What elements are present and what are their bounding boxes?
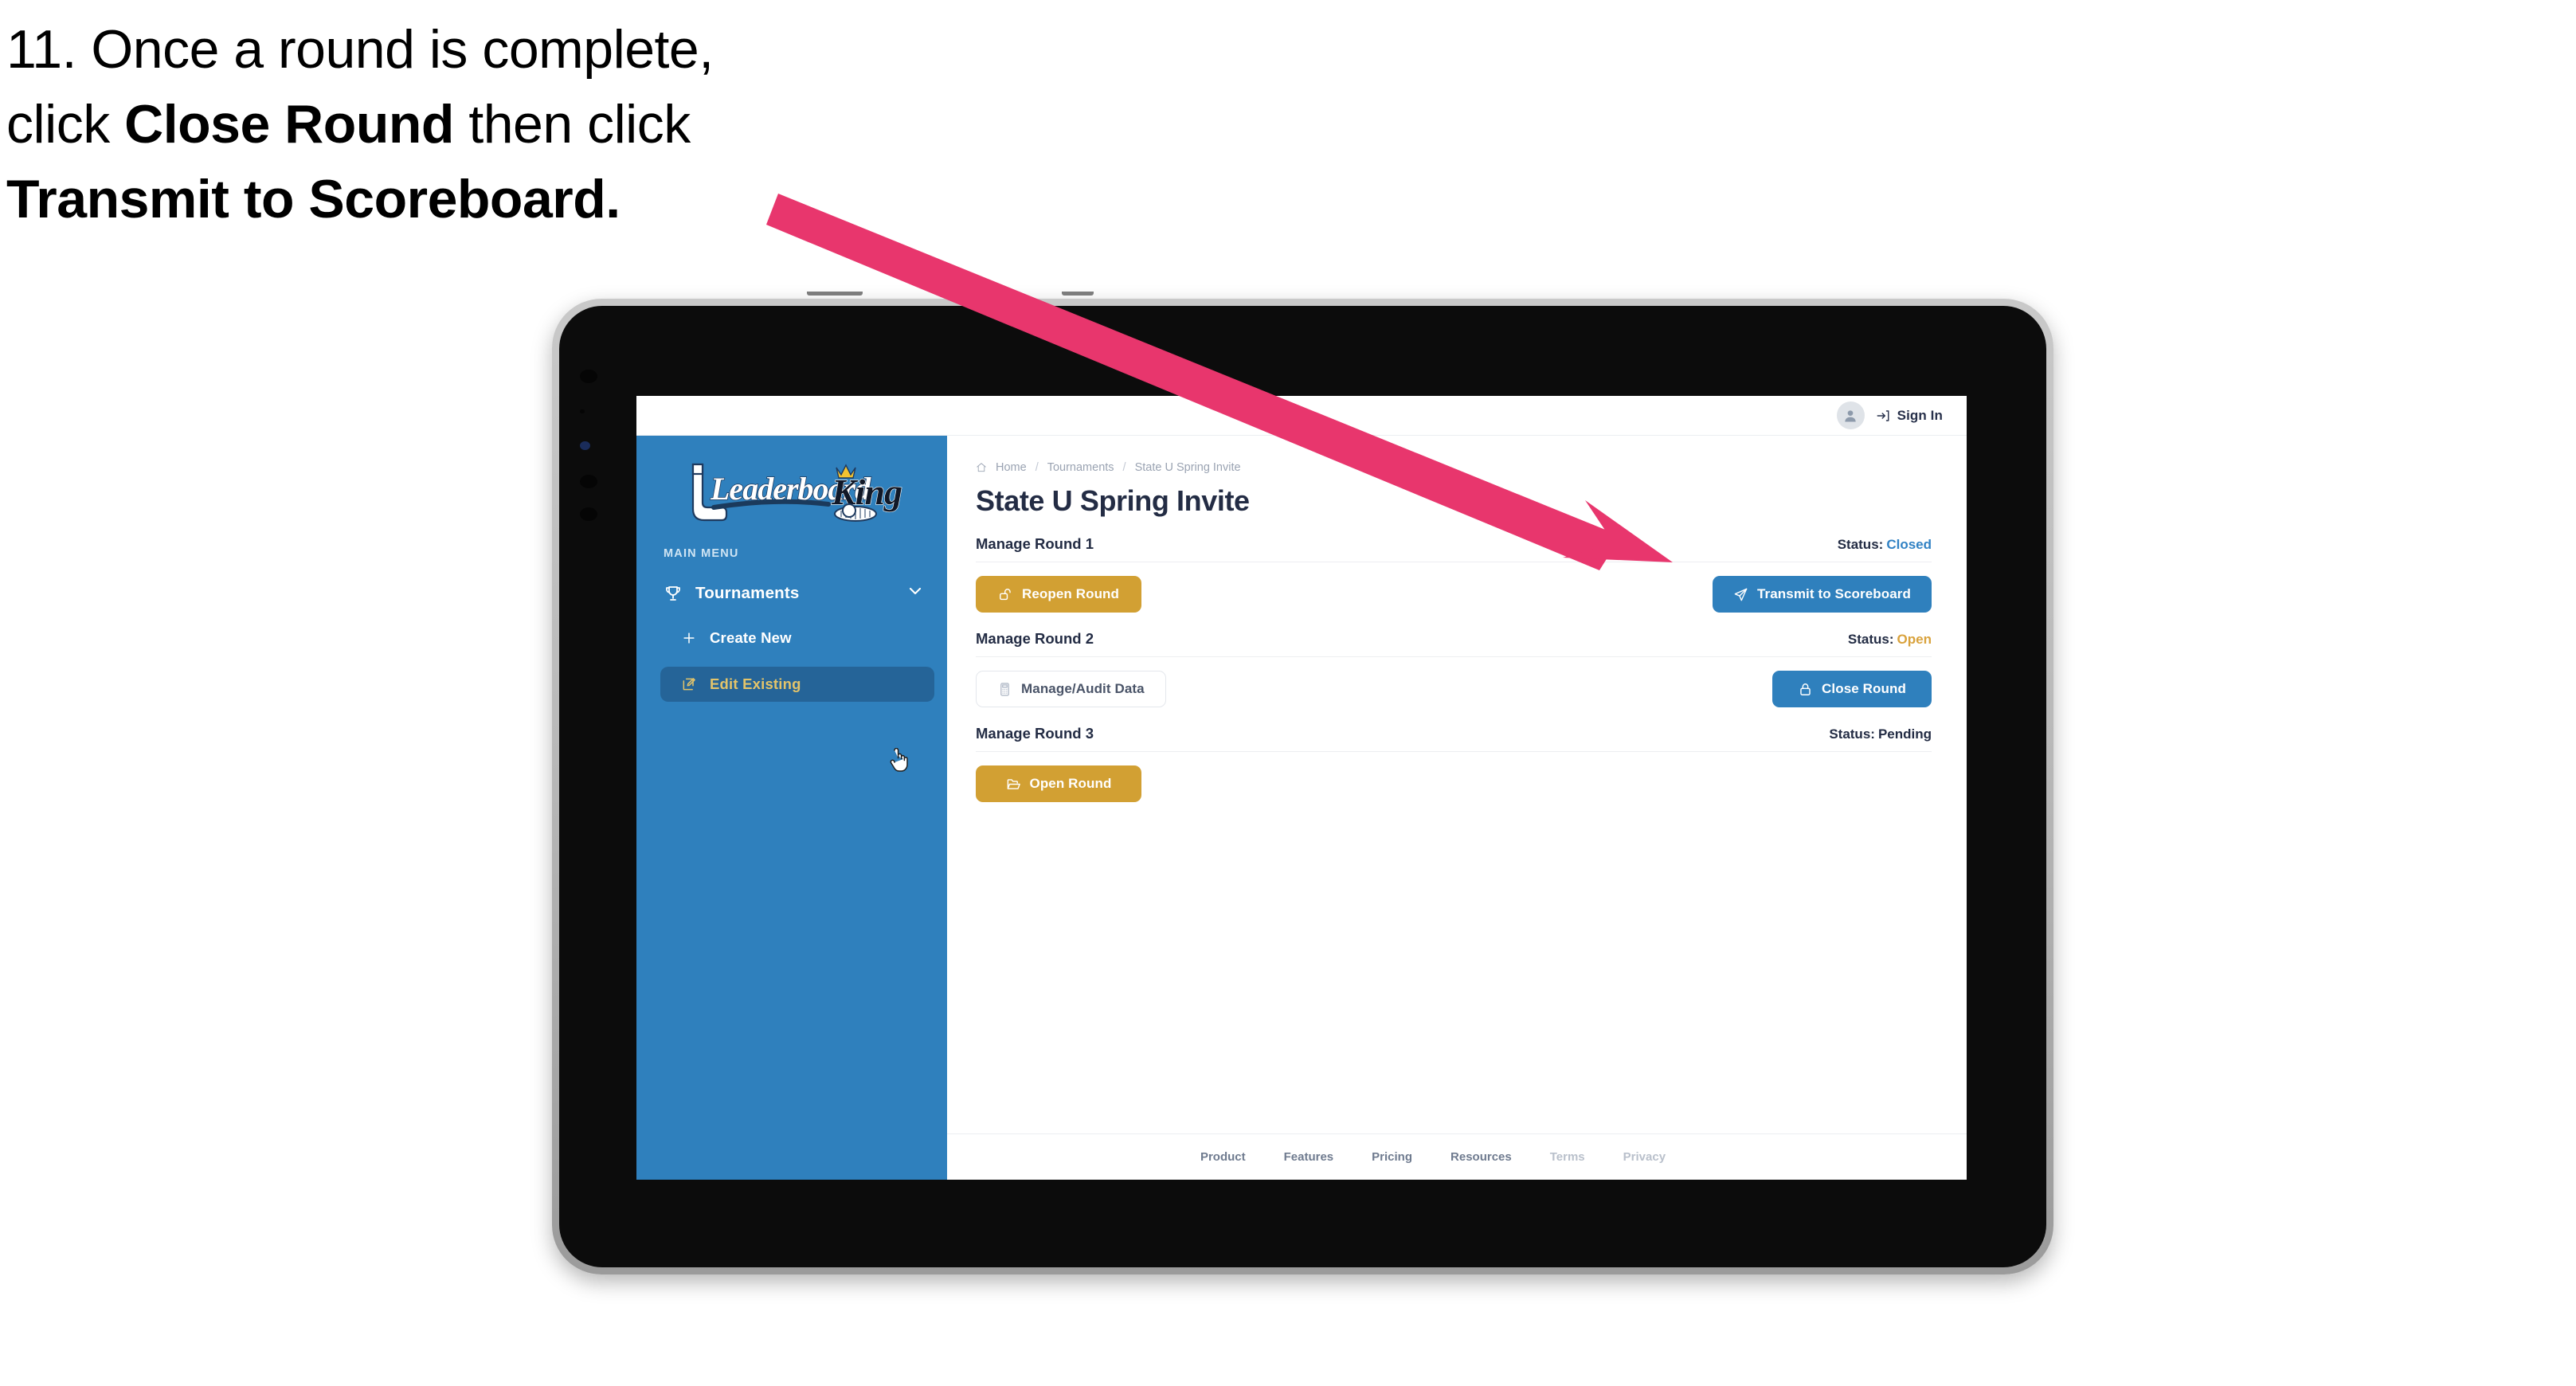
tablet-top-nub-mid: [950, 292, 996, 296]
tablet-top-nub-left: [807, 292, 863, 296]
sign-in-label: Sign In: [1897, 407, 1943, 423]
manage-audit-data-label: Manage/Audit Data: [1021, 681, 1145, 696]
app-footer: Product Features Pricing Resources Terms…: [947, 1133, 1967, 1180]
bezel-sensor-dot-3: [580, 475, 597, 488]
trophy-icon: [664, 584, 687, 603]
close-round-label: Close Round: [1822, 681, 1906, 696]
caption-line-2-pre: click: [6, 93, 125, 155]
footer-link-features[interactable]: Features: [1284, 1150, 1334, 1164]
round-block-1: Manage Round 1 Status: Closed Reopen Rou…: [976, 535, 1932, 613]
pointing-hand-cursor: [888, 747, 909, 772]
open-folder-icon: [1006, 777, 1021, 792]
footer-link-privacy[interactable]: Privacy: [1623, 1150, 1666, 1164]
footer-link-resources[interactable]: Resources: [1450, 1150, 1512, 1164]
caption-line-2: click Close Round then click: [6, 88, 898, 162]
tablet-top-nub-right: [1062, 292, 1094, 296]
reopen-round-button[interactable]: Reopen Round: [976, 576, 1141, 613]
breadcrumb-separator-2: /: [1122, 461, 1126, 474]
caption-line-3: Transmit to Scoreboard.: [6, 162, 898, 237]
round-3-status-label: Status:: [1829, 726, 1875, 742]
sidebar-item-edit-existing-label: Edit Existing: [710, 675, 801, 692]
transmit-to-scoreboard-button[interactable]: Transmit to Scoreboard: [1712, 576, 1932, 613]
round-1-status: Status: Closed: [1838, 537, 1932, 553]
app-sidebar: Leaderboard King MAIN MENU Tournaments C…: [636, 436, 947, 1180]
footer-link-product[interactable]: Product: [1200, 1150, 1246, 1164]
breadcrumb-separator-1: /: [1035, 461, 1039, 474]
sign-in-arrow-icon: [1876, 409, 1890, 423]
breadcrumb-item-tournaments[interactable]: Tournaments: [1047, 461, 1114, 474]
reopen-round-label: Reopen Round: [1021, 586, 1120, 601]
caption-close-round-bold: Close Round: [124, 93, 454, 155]
footer-link-pricing[interactable]: Pricing: [1372, 1150, 1412, 1164]
chevron-down-icon[interactable]: [906, 581, 925, 605]
caption-line-2-post: then click: [453, 93, 691, 155]
round-1-title: Manage Round 1: [976, 535, 1094, 552]
app-main-content: Home / Tournaments / State U Spring Invi…: [947, 436, 1967, 1180]
round-1-status-label: Status:: [1837, 537, 1884, 552]
breadcrumb-item-current: State U Spring Invite: [1134, 461, 1241, 474]
round-3-status: Status: Pending: [1829, 726, 1932, 742]
bezel-sensor-dot-4: [580, 507, 597, 521]
breadcrumb-item-home[interactable]: Home: [996, 461, 1027, 474]
round-2-title: Manage Round 2: [976, 630, 1094, 647]
sidebar-item-tournaments[interactable]: Tournaments: [659, 578, 930, 609]
sidebar-item-tournaments-label: Tournaments: [695, 584, 800, 602]
close-round-button[interactable]: Close Round: [1772, 671, 1932, 707]
caption-line-1-text: 11. Once a round is complete,: [6, 19, 714, 80]
sign-in-button[interactable]: Sign In: [1876, 408, 1943, 424]
caption-line-1: 11. Once a round is complete,: [6, 13, 898, 88]
paper-plane-send-icon: [1733, 587, 1748, 602]
round-2-status-value: Open: [1897, 632, 1932, 647]
round-block-2: Manage Round 2 Status: Open Manage/Audit…: [976, 630, 1932, 707]
sidebar-item-create-new[interactable]: Create New: [660, 621, 934, 656]
transmit-to-scoreboard-label: Transmit to Scoreboard: [1756, 586, 1911, 601]
footer-link-terms[interactable]: Terms: [1550, 1150, 1585, 1164]
calculator-icon: [997, 682, 1012, 697]
web-app-viewport: Sign In Leaderboard King MAIN MENU Tourn…: [636, 396, 1967, 1180]
instruction-caption: 11. Once a round is complete, click Clos…: [6, 13, 898, 237]
svg-text:King: King: [831, 472, 902, 512]
round-1-status-value: Closed: [1886, 537, 1932, 552]
page-title: State U Spring Invite: [976, 484, 1250, 517]
plus-icon: [681, 630, 705, 646]
tablet-device-frame: Sign In Leaderboard King MAIN MENU Tourn…: [552, 292, 2053, 1274]
round-block-3: Manage Round 3 Status: Pending Open Roun…: [976, 725, 1932, 802]
caption-transmit-bold: Transmit to Scoreboard.: [6, 168, 621, 229]
lock-icon: [1798, 682, 1813, 697]
open-round-label: Open Round: [1029, 776, 1112, 791]
tablet-screen: Sign In Leaderboard King MAIN MENU Tourn…: [559, 306, 2046, 1267]
sidebar-section-label: MAIN MENU: [664, 547, 739, 560]
leaderboard-king-logo[interactable]: Leaderboard King: [636, 453, 947, 530]
unlock-icon: [998, 587, 1013, 602]
bezel-sensor-dot-2: [580, 409, 585, 413]
round-3-status-value: Pending: [1877, 726, 1932, 742]
user-avatar-icon[interactable]: [1836, 401, 1865, 429]
manage-audit-data-button[interactable]: Manage/Audit Data: [976, 671, 1166, 707]
sidebar-item-create-new-label: Create New: [710, 629, 792, 646]
sidebar-item-edit-existing[interactable]: Edit Existing: [660, 667, 934, 702]
bezel-sensor-dot-1: [580, 370, 597, 383]
bezel-camera-lens: [580, 441, 590, 450]
open-round-button[interactable]: Open Round: [976, 765, 1141, 802]
breadcrumb: Home / Tournaments / State U Spring Invi…: [976, 461, 1932, 474]
round-3-title: Manage Round 3: [976, 725, 1094, 742]
round-2-status-label: Status:: [1847, 632, 1894, 647]
round-2-status: Status: Open: [1848, 632, 1932, 648]
home-icon[interactable]: [976, 462, 987, 473]
app-top-bar: Sign In: [636, 396, 1967, 436]
edit-square-icon: [681, 676, 705, 692]
